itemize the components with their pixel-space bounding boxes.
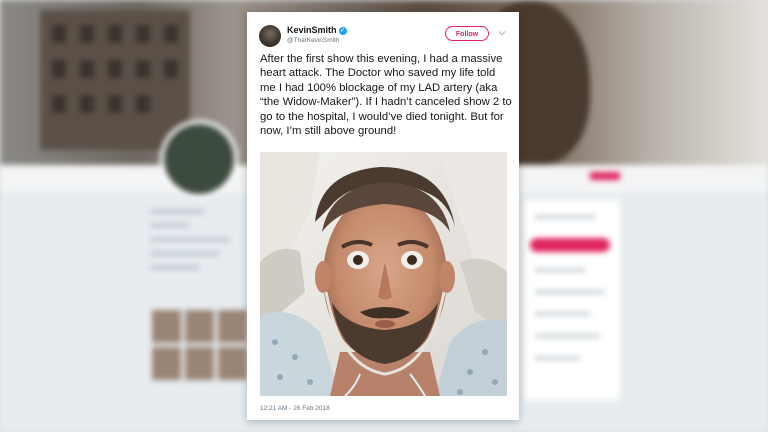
- author-name[interactable]: KevinSmith ✓: [287, 25, 347, 35]
- author-handle[interactable]: @ThatKevinSmith: [287, 37, 339, 44]
- tweet-timestamp[interactable]: 12:21 AM - 26 Feb 2018: [260, 405, 330, 412]
- profile-right-button: [530, 238, 610, 252]
- selfie-hospital-bed-image: [260, 152, 507, 396]
- author-avatar[interactable]: [259, 25, 281, 47]
- tweet-card: KevinSmith ✓ @ThatKevinSmith Follow After…: [247, 12, 519, 420]
- tweet-photo[interactable]: [260, 152, 507, 396]
- follow-button[interactable]: Follow: [445, 26, 489, 41]
- verified-badge-icon: ✓: [338, 27, 347, 35]
- profile-avatar: [160, 120, 238, 198]
- background-building: [40, 10, 190, 150]
- profile-nav-tab-indicator: [590, 172, 620, 180]
- tweet-text: After the first show this evening, I had…: [260, 53, 512, 138]
- profile-right-panel: [525, 200, 620, 400]
- chevron-down-icon[interactable]: [497, 28, 507, 38]
- author-name-text[interactable]: KevinSmith: [287, 25, 337, 35]
- profile-media-thumbnails: [152, 310, 247, 380]
